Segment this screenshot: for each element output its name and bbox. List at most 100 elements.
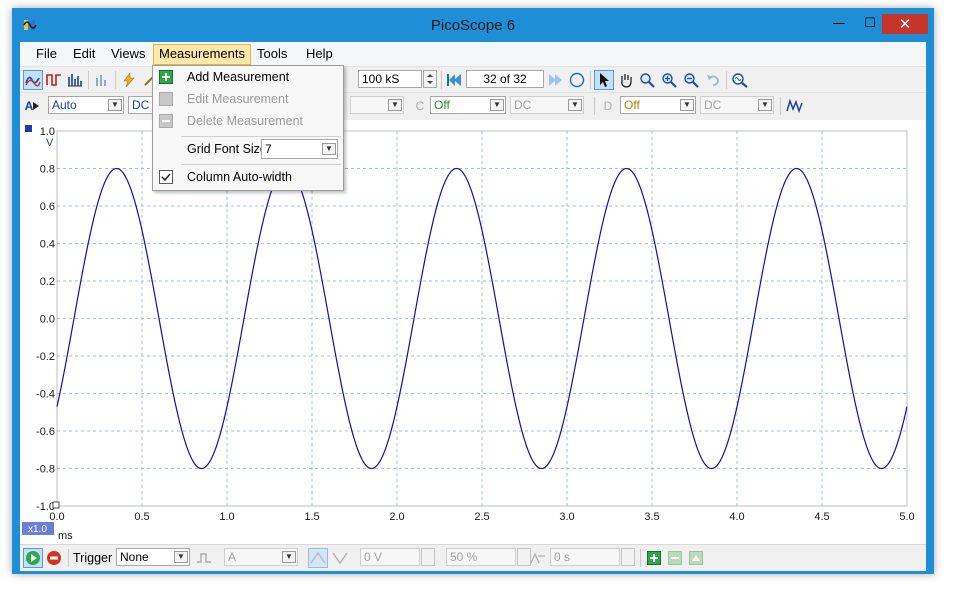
channel-b-coupling-select[interactable]: ▼ [350,96,404,114]
channel-d-coupling-select[interactable]: DC ▼ [700,96,774,114]
x-tick-label: 0.5 [134,511,149,523]
zoom-area-icon[interactable] [637,70,657,90]
persistence-mode-icon[interactable] [44,70,64,90]
channel-d-coupling-value: DC [704,98,722,112]
menu-delete-measurement[interactable]: Delete Measurement [187,114,303,128]
trigger-delay-spinner[interactable] [621,548,635,566]
trigger-source-select[interactable]: A ▼ [224,548,298,566]
rising-edge-icon[interactable] [308,548,328,568]
chevron-down-icon[interactable]: ▼ [490,99,504,111]
edit-measurement-icon[interactable] [665,548,685,568]
math-channels-icon[interactable] [785,96,805,116]
channel-a-label: A [24,99,34,113]
channel-a-options-icon[interactable]: A [22,96,42,116]
checkbox-checked-icon [159,170,173,184]
maximize-button[interactable]: ☐ [855,14,885,34]
next-buffer-icon[interactable] [546,70,566,90]
buffer-navigator-field[interactable]: 32 of 32 [466,70,544,88]
window-title: PicoScope 6 [430,17,516,34]
falling-edge-icon[interactable] [330,548,350,568]
toolbar-separator [88,71,89,89]
trigger-mode-value: None [120,550,149,564]
first-buffer-icon[interactable] [444,70,464,90]
zoom-out-icon[interactable] [681,70,701,90]
toolbar-separator [780,97,781,115]
x-tick-label: 5.0 [899,511,914,523]
chevron-down-icon[interactable]: ▼ [282,551,296,563]
menu-bar: File Edit Views Measurements Tools Help [20,42,926,66]
start-button[interactable] [23,548,43,568]
y-tick-label: -0.4 [36,389,55,401]
chevron-down-icon[interactable]: ▼ [758,99,772,111]
zoom-in-icon[interactable] [659,70,679,90]
scope-mode-icon[interactable] [23,70,43,90]
menu-help[interactable]: Help [306,46,333,61]
minimize-button[interactable]: — [824,14,854,34]
add-measurement-icon[interactable] [644,548,664,568]
menu-measurements[interactable]: Measurements [153,44,251,65]
delete-measurement-icon[interactable] [686,548,706,568]
close-button[interactable]: ✕ [882,14,928,34]
x-tick-label: 3.5 [644,511,659,523]
y-tick-label: -0.2 [36,351,55,363]
spectrum-options-icon[interactable] [92,70,112,90]
channel-a-range-select[interactable]: Auto ▼ [48,96,124,114]
stop-button[interactable] [44,548,64,568]
undo-zoom-icon[interactable] [703,70,723,90]
channel-d-options-icon[interactable]: D [598,96,618,116]
menu-views[interactable]: Views [111,46,145,61]
spectrum-mode-icon[interactable] [65,70,85,90]
y-tick-label: 0.6 [40,201,55,213]
trigger-delay-field[interactable]: 0 s [550,548,620,566]
buffer-overview-icon[interactable] [567,70,587,90]
signal-generator-icon[interactable] [119,70,139,90]
advanced-trigger-icon[interactable] [194,548,214,568]
channel-c-options-icon[interactable]: C [410,96,430,116]
y-tick-label: 0.8 [40,164,55,176]
y-tick-label: -0.8 [36,464,55,476]
trigger-level-field[interactable]: 0 V [360,548,420,566]
menu-edit-measurement[interactable]: Edit Measurement [187,92,288,106]
channel-d-range-select[interactable]: Off ▼ [620,96,696,114]
chevron-down-icon[interactable]: ▼ [108,99,122,111]
chevron-down-icon[interactable]: ▼ [568,99,582,111]
chevron-down-icon[interactable]: ▼ [322,143,336,155]
channel-c-label: C [415,99,425,113]
channel-c-range-value: Off [434,98,450,112]
pre-trigger-icon[interactable] [528,548,548,568]
hand-tool-icon[interactable] [616,70,636,90]
samples-spinner[interactable] [423,70,437,88]
x-tick-label: 3.0 [559,511,574,523]
x-tick-label: 1.0 [219,511,234,523]
channel-d-range-value: Off [624,98,640,112]
y-tick-label: 0.0 [40,314,55,326]
channel-a-range-value: Auto [52,98,77,112]
x-tick-label: 4.0 [729,511,744,523]
menu-edit[interactable]: Edit [73,46,95,61]
chevron-down-icon[interactable]: ▼ [174,551,188,563]
menu-add-measurement[interactable]: Add Measurement [187,70,289,84]
menu-tools[interactable]: Tools [257,46,287,61]
menu-separator [181,136,341,137]
x-tick-label: 4.5 [814,511,829,523]
trigger-position-field[interactable]: 50 % [446,548,516,566]
ruler-handle[interactable] [52,501,60,509]
zoom-overview-icon[interactable] [730,70,750,90]
samples-field[interactable]: 100 kS [358,70,422,88]
channel-c-coupling-value: DC [514,98,532,112]
menu-column-autowidth[interactable]: Column Auto-width [187,170,292,184]
title-bar[interactable]: PicoScope 6 — ☐ ✕ [12,8,934,42]
trigger-mode-select[interactable]: None ▼ [116,548,190,566]
toolbar-separator [115,71,116,89]
channel-c-coupling-select[interactable]: DC ▼ [510,96,584,114]
select-tool-icon[interactable] [594,70,614,90]
trigger-level-spinner[interactable] [421,548,435,566]
chevron-down-icon[interactable]: ▼ [680,99,694,111]
grid-font-size-select[interactable]: 7 ▼ [261,139,338,159]
delete-measurement-icon [159,114,173,128]
chevron-down-icon[interactable]: ▼ [388,99,402,111]
zoom-badge-label: x1.0 [28,524,47,535]
channel-c-range-select[interactable]: Off ▼ [430,96,506,114]
menu-file[interactable]: File [36,46,57,61]
channel-a-axis-marker[interactable] [25,125,32,132]
